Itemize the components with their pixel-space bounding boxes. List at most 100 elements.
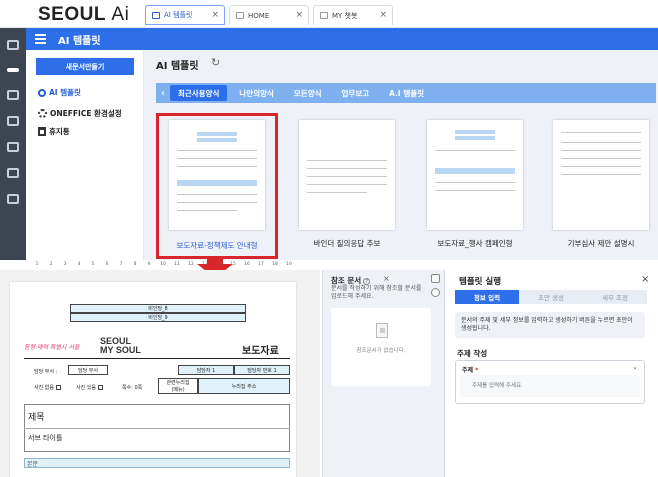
megaphone-icon[interactable] (7, 194, 19, 204)
sidebar-item-trash[interactable]: 휴지통 (38, 126, 70, 137)
photo-present-option[interactable]: 사진 있음 (76, 384, 103, 391)
ruler-tick: 10 (160, 262, 166, 267)
upload-icon[interactable] (431, 288, 440, 297)
category-ai-template[interactable]: A.I 템플릿 (381, 85, 432, 101)
thumb-bar (455, 130, 495, 134)
close-icon[interactable]: × (379, 10, 387, 20)
new-document-button[interactable]: 새문서만들기 (36, 58, 134, 75)
thumb-line (435, 150, 515, 151)
close-icon[interactable]: × (211, 10, 219, 20)
ref-drop-zone[interactable]: 참조문서가 없습니다. (331, 308, 431, 386)
sidebar-item-label: ONEFFICE 환경설정 (50, 109, 122, 118)
run-panel-title: 템플릿 실행 (459, 277, 502, 287)
logo-mysoul-text: MY SOUL (100, 345, 141, 355)
thumb-bar (177, 180, 257, 186)
sidebar-item-oneffice-settings[interactable]: ONEFFICE 환경설정 (38, 108, 122, 119)
dept-label: 담당 부서 : (34, 369, 58, 375)
category-recent[interactable]: 최근사용양식 (170, 85, 228, 101)
template-thumbnail (299, 120, 395, 230)
sidebar-item-ai-template[interactable]: AI 템플릿 (38, 87, 81, 98)
panel-toggle-icon[interactable] (431, 274, 440, 283)
step-info-input[interactable]: 정보 입력 (455, 290, 519, 304)
topic-field-box: 주제 * ⌄ (455, 360, 645, 404)
thumb-bar (197, 132, 237, 136)
document-editor: 비인당_8 비인당_9 동행·매력 특별시 서울 SEOUL MY SOUL 보… (0, 270, 320, 477)
thumb-line (561, 132, 641, 133)
template-thumbnail (427, 120, 523, 230)
ruler-tick: 2 (49, 262, 53, 267)
thumb-line (307, 176, 387, 177)
doc-cell[interactable]: 비인당_9 (70, 313, 246, 322)
thumb-line (435, 182, 515, 183)
site-address-cell[interactable]: 누리집 주소 (198, 378, 290, 394)
ref-empty-message: 참조문서가 없습니다. (356, 348, 406, 354)
thumb-line (177, 210, 237, 211)
drive-icon[interactable] (7, 40, 19, 50)
refresh-icon[interactable]: ↻ (211, 56, 220, 69)
divider (24, 358, 290, 359)
document-page[interactable]: 비인당_8 비인당_9 동행·매력 특별시 서울 SEOUL MY SOUL 보… (10, 282, 296, 477)
chevron-left-icon[interactable]: ‹ (156, 88, 170, 99)
doc-subtitle[interactable]: 서브 타이틀 (28, 433, 62, 443)
app-logo[interactable]: SEOUL Ai (38, 4, 129, 26)
doc-title[interactable]: 제목 (28, 410, 45, 423)
ruler-tick: 4 (77, 262, 81, 267)
thumb-line (307, 184, 387, 185)
tab-label: MY 챗봇 (332, 11, 358, 20)
tab-home[interactable]: HOME × (229, 5, 309, 25)
ruler-tick: 9 (147, 262, 151, 267)
category-all-forms[interactable]: 모든양식 (286, 85, 330, 101)
page-header: AI 템플릿 (26, 28, 658, 50)
step-draft-generate[interactable]: 초안 생성 (519, 290, 583, 304)
ref-title-text: 참조 문서 (331, 276, 362, 285)
close-icon[interactable]: × (295, 10, 303, 20)
step-fine-tune[interactable]: 세부 조정 (583, 290, 647, 304)
help-icon[interactable]: ? (363, 278, 371, 285)
close-icon[interactable]: × (383, 274, 390, 283)
press-release-heading: 보도자료 (242, 346, 279, 357)
category-my-forms[interactable]: 나만의양식 (231, 85, 282, 101)
thumb-line (307, 192, 367, 193)
document-icon[interactable] (7, 90, 19, 100)
ruler-tick: 5 (91, 262, 95, 267)
template-card-donation-review[interactable]: 기부심사 제안 설명시 (546, 116, 654, 256)
template-run-panel: 템플릿 실행 × 정보 입력 초안 생성 세부 조정 문서의 주제 및 세부 정… (444, 270, 658, 477)
template-card-press-policy[interactable]: 보도자료-정책제도 안내형 (156, 113, 278, 259)
topic-input[interactable] (460, 375, 640, 397)
template-thumbnail (553, 120, 649, 230)
ruler-tick: 6 (105, 262, 109, 267)
contact-cell[interactable]: 담당자 1 (178, 365, 234, 375)
template-card-label: 기부심사 제안 설명시 (567, 239, 635, 248)
template-card-press-event[interactable]: 보도자료_행사 캠페인형 (420, 116, 528, 256)
monitor-icon[interactable] (7, 116, 19, 126)
doc-cell[interactable]: 비인당_8 (70, 304, 246, 313)
hamburger-menu-icon[interactable] (35, 34, 46, 44)
thumb-line (177, 150, 257, 151)
checkbox[interactable] (56, 385, 61, 390)
logo-ai: Ai (111, 4, 130, 25)
people-icon[interactable] (7, 142, 19, 152)
chevron-down-icon[interactable]: ⌄ (632, 363, 638, 371)
tab-ai-template[interactable]: AI 템플릿 × (145, 5, 225, 25)
thumb-bar (197, 138, 237, 142)
thumb-line (435, 190, 515, 191)
photo-none-option[interactable]: 사진 없음 (34, 384, 61, 391)
dept-value[interactable]: 담당 부서 (68, 365, 108, 375)
template-card-binder-qa[interactable]: 바인더 질의응답 추보 (292, 116, 400, 256)
trash-icon (38, 127, 46, 136)
checkbox[interactable] (98, 385, 103, 390)
thumb-line (561, 158, 641, 159)
doc-body[interactable]: 본문 (24, 458, 290, 468)
gift-icon[interactable] (7, 168, 19, 178)
tab-my-chatbot[interactable]: MY 챗봇 × (313, 5, 393, 25)
ruler-tick: 11 (174, 262, 180, 267)
thumb-bar (455, 136, 495, 140)
ruler-tick: 8 (133, 262, 137, 267)
contact-phone-cell[interactable]: 담당자 번호 1 (234, 365, 290, 375)
template-icon[interactable] (7, 68, 19, 72)
related-site-label: 관련누리집 (메뉴) (158, 378, 198, 394)
template-card-label: 바인더 질의응답 추보 (313, 239, 381, 248)
category-work-report[interactable]: 업무보고 (334, 85, 378, 101)
close-icon[interactable]: × (641, 274, 649, 285)
tab-label: HOME (248, 11, 270, 20)
